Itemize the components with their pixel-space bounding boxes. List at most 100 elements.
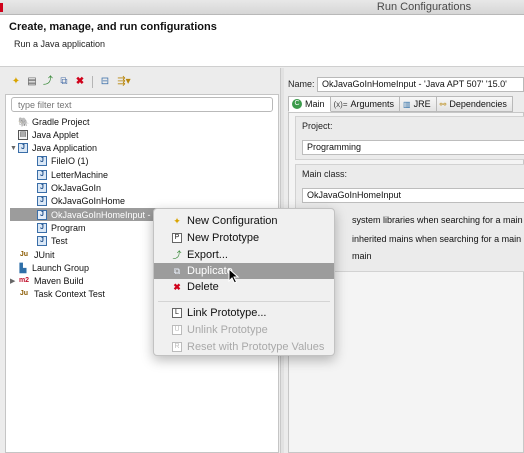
menu-item-label: Unlink Prototype <box>187 324 268 336</box>
tree-item[interactable]: Ju Task Context Test <box>17 288 105 301</box>
menu-item-link-prototype[interactable]: L Link Prototype... <box>154 305 334 321</box>
name-label: Name: <box>288 79 315 89</box>
menu-item-duplicate[interactable]: ⧉ Duplicate <box>154 263 334 279</box>
tree-item[interactable]: J OkJavaGoInHome <box>37 195 125 208</box>
menu-item-label: New Configuration <box>187 215 278 227</box>
main-class-field[interactable]: OkJavaGoInHomeInput <box>302 188 524 203</box>
collapse-all-icon[interactable]: ⊟ <box>99 76 111 88</box>
tree-item-label: JUnit <box>34 249 55 260</box>
dialog-header: Create, manage, and run configurations R… <box>0 15 524 67</box>
tree-item-label: LetterMachine <box>51 169 109 180</box>
junit-icon: Ju <box>19 290 29 298</box>
tree-item-label: OkJavaGoIn <box>51 183 102 193</box>
tree-item-label: Launch Group <box>32 262 90 273</box>
tree-item[interactable]: ▙ Launch Group <box>17 261 90 274</box>
arguments-tab-icon: (x)= <box>333 99 348 109</box>
menu-item-export[interactable]: ⤴ Export... <box>154 247 334 263</box>
main-tab-icon: C <box>292 99 302 109</box>
jre-tab-icon: ▥ <box>403 99 411 109</box>
tree-item[interactable]: J Program <box>37 221 86 234</box>
launch-group-icon: ▙ <box>19 262 27 273</box>
junit-icon: Ju <box>19 250 29 258</box>
tree-item-label: Task Context Test <box>34 289 105 300</box>
java-app-icon: J <box>37 236 47 247</box>
java-app-icon: J <box>37 183 47 193</box>
tab-dependencies[interactable]: ⚯ Dependencies <box>436 96 513 112</box>
tree-item[interactable]: J OkJavaGoIn <box>37 182 101 195</box>
filter-input[interactable] <box>11 97 273 112</box>
tree-item-label: FileIO (1) <box>51 156 89 167</box>
tab-main-label: Main <box>305 99 325 109</box>
maven-icon: m2 <box>18 277 30 285</box>
stop-in-main-option[interactable]: main <box>352 251 372 261</box>
tree-item[interactable]: ▤ Java Applet <box>17 128 79 141</box>
mouse-cursor-icon <box>228 268 240 284</box>
tab-jre-label: JRE <box>413 99 431 109</box>
export-icon: ⤴ <box>172 250 182 260</box>
window-title: Run Configurations <box>376 1 472 13</box>
java-app-icon: J <box>37 209 47 220</box>
tree-item[interactable]: J LetterMachine <box>37 168 108 181</box>
menu-separator <box>158 301 330 302</box>
include-system-libraries-option[interactable]: system libraries when searching for a ma… <box>352 215 523 225</box>
export-icon[interactable]: ⤴ <box>42 76 54 88</box>
new-prototype-icon[interactable]: ▤ <box>26 76 38 88</box>
tab-jre[interactable]: ▥ JRE <box>400 96 437 112</box>
title-bar: Run Configurations <box>0 0 524 15</box>
menu-item-label: New Prototype <box>187 232 260 244</box>
tree-item-label: Java Applet <box>32 129 79 140</box>
java-app-icon: J <box>37 222 47 233</box>
tab-arguments[interactable]: (x)= Arguments <box>330 96 401 112</box>
context-menu: ✦ New Configuration P New Prototype ⤴ Ex… <box>153 208 335 356</box>
project-label: Project: <box>302 121 333 131</box>
menu-item-label: Link Prototype... <box>187 307 267 319</box>
menu-item-delete[interactable]: ✖ Delete <box>154 279 334 295</box>
gradle-icon: 🐘 <box>18 116 30 127</box>
title-bar-accent <box>0 3 3 12</box>
dependencies-tab-icon: ⚯ <box>439 99 447 109</box>
main-class-label: Main class: <box>302 169 348 179</box>
menu-item-label: Export... <box>187 249 228 261</box>
menu-item-label: Delete <box>187 281 219 293</box>
tree-item[interactable]: Ju JUnit <box>17 248 55 261</box>
tree-item-label: Test <box>51 236 68 247</box>
tab-dependencies-label: Dependencies <box>449 99 507 109</box>
duplicate-icon[interactable]: ⧉ <box>58 76 70 88</box>
tree-item-label: Program <box>51 222 86 233</box>
tree-item[interactable]: ▼ J Java Application <box>10 142 98 155</box>
menu-item-label: Reset with Prototype Values <box>187 341 325 353</box>
tab-main[interactable]: C Main <box>288 96 331 112</box>
delete-icon: ✖ <box>173 282 181 292</box>
tree-item-label: Maven Build <box>34 276 84 287</box>
new-launch-config-icon[interactable]: ✦ <box>10 76 22 88</box>
run-configurations-window: Run Configurations Create, manage, and r… <box>0 0 524 453</box>
tree-item-label: Java Application <box>32 143 98 154</box>
menu-item-unlink-prototype[interactable]: U Unlink Prototype <box>154 322 334 338</box>
tree-item-label: OkJavaGoInHomeInput - <box>51 209 151 220</box>
tree-item-label: OkJavaGoInHome <box>51 196 126 207</box>
menu-item-new-prototype[interactable]: P New Prototype <box>154 230 334 246</box>
duplicate-icon: ⧉ <box>173 266 181 276</box>
filter-icon[interactable]: ⇶▾ <box>115 76 133 88</box>
tree-item-label: Gradle Project <box>32 116 90 127</box>
tree-item[interactable]: J Test <box>37 235 68 248</box>
dialog-subtitle: Run a Java application <box>14 39 106 49</box>
name-field[interactable]: OkJavaGoInHomeInput - 'Java APT 507' '15… <box>317 77 524 92</box>
link-prototype-icon: L <box>172 308 182 318</box>
menu-item-label: Duplicate <box>187 265 233 277</box>
menu-item-reset-prototype[interactable]: R Reset with Prototype Values <box>154 339 334 355</box>
tree-item[interactable]: ▶ m2 Maven Build <box>10 275 84 288</box>
tree-item[interactable]: 🐘 Gradle Project <box>17 115 90 128</box>
collapsed-arrow-icon[interactable]: ▶ <box>10 277 18 285</box>
tree-item[interactable]: J FileIO (1) <box>37 155 89 168</box>
project-group: Project: Programming <box>295 116 524 160</box>
java-app-icon: J <box>37 196 47 207</box>
toolbar-separator <box>92 76 93 88</box>
include-inherited-mains-option[interactable]: inherited mains when searching for a mai… <box>352 234 521 244</box>
project-field[interactable]: Programming <box>302 140 524 155</box>
expand-arrow-icon[interactable]: ▼ <box>10 145 18 152</box>
menu-item-new-configuration[interactable]: ✦ New Configuration <box>154 213 334 229</box>
tab-arguments-label: Arguments <box>350 99 395 109</box>
delete-icon[interactable]: ✖ <box>74 76 86 88</box>
dialog-title: Create, manage, and run configurations <box>9 21 217 33</box>
